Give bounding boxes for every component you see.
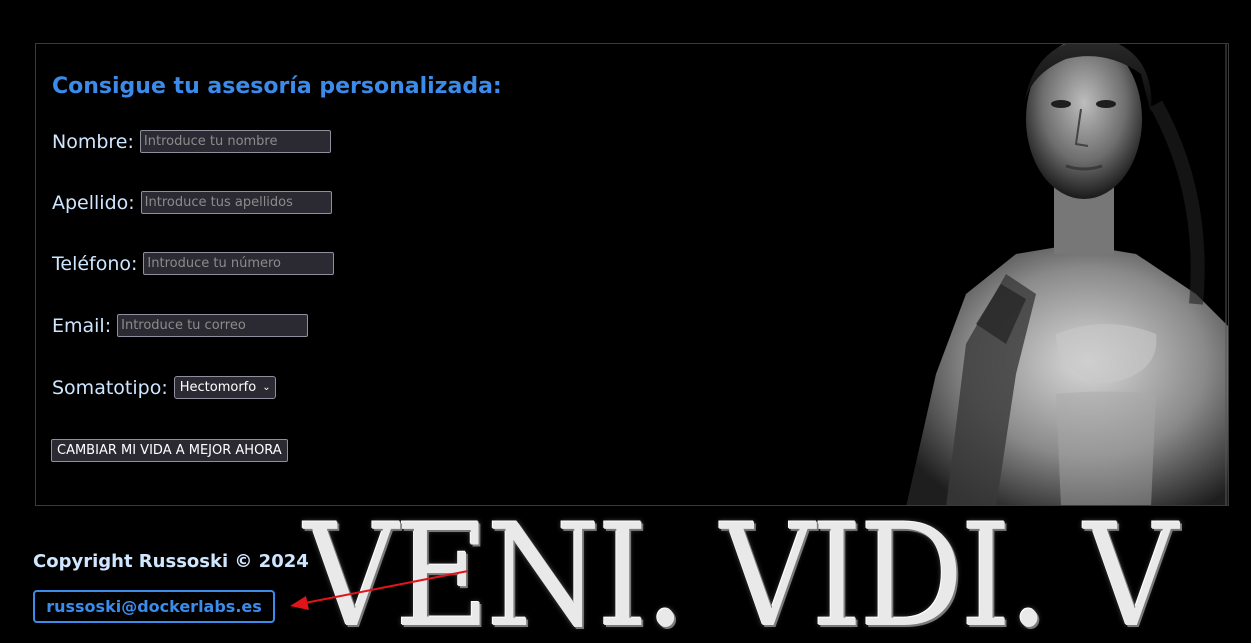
surname-row: Apellido: <box>52 191 332 214</box>
name-input[interactable] <box>139 130 331 153</box>
surname-label: Apellido: <box>52 191 135 214</box>
email-label: Email: <box>52 314 112 337</box>
phone-label: Teléfono: <box>52 252 138 275</box>
name-row: Nombre: <box>52 130 331 153</box>
contact-email-link[interactable]: russoski@dockerlabs.es <box>33 590 275 623</box>
page-root: Consigue tu asesoría personalizada: Nomb… <box>0 0 1251 643</box>
phone-row: Teléfono: <box>52 252 335 275</box>
email-row: Email: <box>52 314 309 337</box>
somatotype-row: Somatotipo: Hectomorfo ⌄ <box>52 376 276 399</box>
consultation-form: Consigue tu asesoría personalizada: Nomb… <box>35 43 1229 506</box>
chevron-down-icon: ⌄ <box>262 382 271 393</box>
somatotype-label: Somatotipo: <box>52 376 168 399</box>
banner-text: VENI. VIDI. V <box>304 506 1178 643</box>
phone-input[interactable] <box>143 252 335 275</box>
surname-input[interactable] <box>140 191 332 214</box>
somatotype-select[interactable]: Hectomorfo ⌄ <box>173 376 276 399</box>
hero-image <box>906 44 1228 505</box>
submit-button[interactable]: CAMBIAR MI VIDA A MEJOR AHORA <box>51 439 288 462</box>
banner-image: VENI. VIDI. V <box>300 506 1251 643</box>
email-input[interactable] <box>117 314 309 337</box>
somatotype-selected-value: Hectomorfo <box>179 380 257 395</box>
name-label: Nombre: <box>52 130 134 153</box>
copyright-text: Copyright Russoski © 2024 <box>33 551 309 572</box>
form-title: Consigue tu asesoría personalizada: <box>52 74 502 99</box>
